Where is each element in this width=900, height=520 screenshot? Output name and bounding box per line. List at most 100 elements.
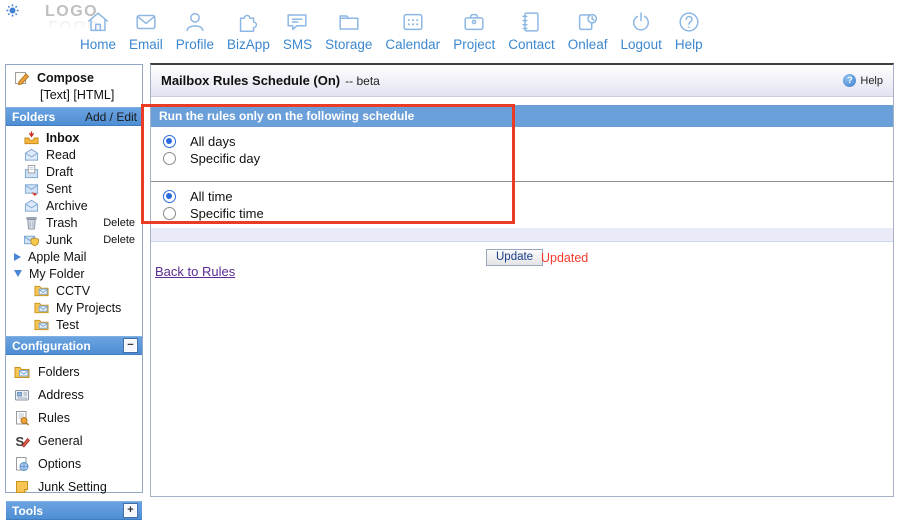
help-circle-icon: ? [843,74,856,87]
chevron-down-icon[interactable] [14,270,22,277]
archive-icon [24,198,39,213]
configuration-header: Configuration − [6,336,142,355]
radio-all-days[interactable] [163,135,176,148]
config-folders[interactable]: Folders [6,361,142,382]
folder-inbox-label: Inbox [46,131,79,145]
config-junk-setting[interactable]: Junk Setting [6,476,142,497]
option-specific-day[interactable]: Specific day [163,150,893,167]
nav-logout-label: Logout [621,37,662,52]
tree-my-folder[interactable]: My Folder [6,265,142,282]
option-specific-time[interactable]: Specific time [163,205,893,222]
folder-read[interactable]: Read [6,146,142,163]
page-title-suffix: -- beta [345,74,380,88]
folder-inbox[interactable]: Inbox [6,129,142,146]
nav-calendar[interactable]: Calendar [385,9,440,52]
config-general-label: General [38,434,82,448]
nav-help-label: Help [675,37,703,52]
radio-all-time[interactable] [163,190,176,203]
nav-home-label: Home [80,37,116,52]
config-rules[interactable]: Rules [6,407,142,428]
option-all-days[interactable]: All days [163,133,893,150]
general-icon: S [14,433,30,449]
folder-archive[interactable]: Archive [6,197,142,214]
radio-specific-time[interactable] [163,207,176,220]
compose-label: Compose [37,71,94,85]
nav-bizapp[interactable]: BizApp [227,9,270,52]
tree-apple-mail[interactable]: Apple Mail [6,248,142,265]
nav-onleaf-label: Onleaf [568,37,608,52]
compose-icon [14,70,30,86]
config-folders-label: Folders [38,365,80,379]
help-button[interactable]: ? Help [843,74,883,87]
sidebar: Compose [Text] [HTML] Folders Add / Edit… [5,64,143,493]
nav-calendar-label: Calendar [385,37,440,52]
subfolder-my-projects[interactable]: My Projects [6,299,142,316]
configuration-list: Folders Address Rules [6,355,142,497]
nav-storage[interactable]: Storage [325,9,372,52]
config-options[interactable]: Options [6,453,142,474]
radio-specific-day[interactable] [163,152,176,165]
subfolder-cctv[interactable]: CCTV [6,282,142,299]
update-button[interactable]: Update [486,249,543,266]
folder-sent[interactable]: Sent [6,180,142,197]
config-junk-setting-label: Junk Setting [38,480,107,494]
day-options-group: All days Specific day [151,127,893,181]
options-icon [14,456,30,472]
compose-text-link[interactable]: [Text] [40,88,70,102]
nav-home[interactable]: Home [80,9,116,52]
home-icon [85,9,111,35]
configuration-collapse-toggle[interactable]: − [124,339,137,352]
option-specific-day-label: Specific day [190,151,260,166]
trash-delete-link[interactable]: Delete [103,217,142,229]
nav-sms[interactable]: SMS [283,9,312,52]
main-header: Mailbox Rules Schedule (On) -- beta ? He… [151,65,893,97]
compose-html-link[interactable]: [HTML] [73,88,114,102]
option-specific-time-label: Specific time [190,206,264,221]
clock-document-icon [575,9,601,35]
folders-add-edit-link[interactable]: Add / Edit [85,110,137,124]
tools-header-title: Tools [12,504,43,518]
chat-bubble-icon [284,9,310,35]
header-gap [151,97,893,105]
junk-setting-icon [14,479,30,495]
schedule-section-title: Run the rules only on the following sche… [159,109,414,123]
sent-icon [24,181,39,196]
back-to-rules-link[interactable]: Back to Rules [155,264,235,279]
option-all-time[interactable]: All time [163,188,893,205]
nav-contact[interactable]: Contact [508,9,555,52]
folder-archive-label: Archive [46,199,88,213]
tools-expand-toggle[interactable]: + [124,504,137,517]
nav-profile[interactable]: Profile [176,9,214,52]
compose-section: Compose [Text] [HTML] [6,65,142,107]
config-general[interactable]: S General [6,430,142,451]
my-folder-label: My Folder [29,267,85,281]
nav-sms-label: SMS [283,37,312,52]
email-icon [133,9,159,35]
compose-button[interactable]: Compose [14,70,138,86]
folder-junk[interactable]: Junk Delete [6,231,142,248]
junk-delete-link[interactable]: Delete [103,234,142,246]
nav-logout[interactable]: Logout [621,9,662,52]
folder-junk-label: Junk [46,233,72,247]
config-address[interactable]: Address [6,384,142,405]
address-card-icon [14,387,30,403]
subfolder-test-label: Test [56,318,79,332]
chevron-right-icon[interactable] [14,253,21,261]
folder-draft[interactable]: Draft [6,163,142,180]
nav-email[interactable]: Email [129,9,163,52]
briefcase-icon [461,9,487,35]
folder-mail-icon [34,283,49,298]
updated-status: Updated [541,251,588,265]
config-rules-label: Rules [38,411,70,425]
nav-project-label: Project [453,37,495,52]
folder-list: Inbox Read Draft [6,126,142,333]
folder-trash[interactable]: Trash Delete [6,214,142,231]
folder-read-label: Read [46,148,76,162]
subfolder-my-projects-label: My Projects [56,301,121,315]
nav-project[interactable]: Project [453,9,495,52]
apple-mail-label: Apple Mail [28,250,86,264]
subfolder-test[interactable]: Test [6,316,142,333]
nav-help[interactable]: Help [675,9,703,52]
question-icon [676,9,702,35]
nav-onleaf[interactable]: Onleaf [568,9,608,52]
